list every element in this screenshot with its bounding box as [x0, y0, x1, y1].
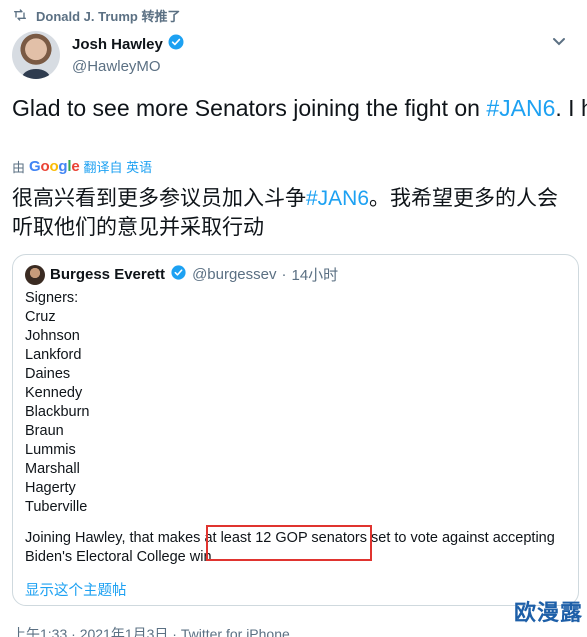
- tweet-text: Glad to see more Senators joining the fi…: [12, 92, 587, 124]
- translation-prefix: 由: [12, 159, 26, 175]
- author-name[interactable]: Josh Hawley: [72, 35, 163, 55]
- quoted-timestamp[interactable]: 14小时: [292, 264, 339, 285]
- signer-item: Braun: [25, 423, 64, 439]
- signers-label: Signers:: [25, 290, 79, 306]
- signer-item: Lankford: [25, 347, 82, 363]
- show-thread-link[interactable]: 显示这个主题帖: [25, 579, 127, 600]
- retweet-indicator: Donald J. Trump 转推了: [12, 4, 180, 26]
- signer-item: Daines: [25, 366, 71, 382]
- translated-hashtag-link[interactable]: #JAN6: [306, 187, 369, 210]
- more-options-button[interactable]: [547, 34, 571, 58]
- quoted-tweet-header: Burgess Everett @burgessev · 14小时: [25, 264, 338, 285]
- translated-text-part1: 很高兴看到更多参议员加入斗争: [12, 187, 306, 210]
- avatar[interactable]: [12, 31, 60, 79]
- tweet-screenshot: Donald J. Trump 转推了 Josh Hawley @HawleyM…: [0, 0, 587, 637]
- quoted-author-name[interactable]: Burgess Everett: [50, 266, 165, 283]
- tweet-text-part1: Glad to see more Senators joining the fi…: [12, 95, 487, 121]
- verified-badge-icon: [170, 264, 187, 285]
- signer-item: Lummis: [25, 442, 76, 458]
- translate-from-link[interactable]: 翻译自 英语: [84, 157, 153, 176]
- author-handle[interactable]: @HawleyMO: [72, 57, 185, 77]
- translated-text: 很高兴看到更多参议员加入斗争#JAN6。我希望更多的人会听取他们的意见并采取行动: [12, 184, 572, 242]
- retweet-icon: [12, 7, 28, 23]
- signer-item: Blackburn: [25, 404, 90, 420]
- signer-item: Johnson: [25, 328, 80, 344]
- verified-badge-icon: [167, 33, 185, 57]
- chevron-down-icon: [552, 34, 566, 52]
- quoted-avatar[interactable]: [25, 264, 45, 285]
- google-logo: Google: [29, 157, 80, 175]
- tweet-author: Josh Hawley @HawleyMO: [12, 30, 575, 80]
- translation-credit: 由 Google 翻译自 英语: [12, 156, 152, 176]
- quoted-author-handle[interactable]: @burgessev: [192, 266, 276, 283]
- separator-dot: ·: [281, 266, 287, 283]
- red-highlight-box: [206, 525, 372, 561]
- signer-item: Kennedy: [25, 385, 83, 401]
- quoted-tweet-card[interactable]: Burgess Everett @burgessev · 14小时 Signer…: [12, 254, 579, 606]
- tweet-text-part2: . I hope many more will listen to their …: [555, 95, 587, 121]
- signer-item: Tuberville: [25, 499, 88, 515]
- retweet-label[interactable]: Donald J. Trump 转推了: [36, 6, 180, 25]
- signer-item: Marshall: [25, 461, 80, 477]
- hashtag-link[interactable]: #JAN6: [486, 95, 555, 121]
- watermark-logo: 欧漫露: [513, 601, 583, 626]
- tweet-timestamp-meta[interactable]: 上午1:33 · 2021年1月3日 · Twitter for iPhone: [12, 624, 290, 637]
- signer-item: Hagerty: [25, 480, 76, 496]
- signer-item: Cruz: [25, 309, 56, 325]
